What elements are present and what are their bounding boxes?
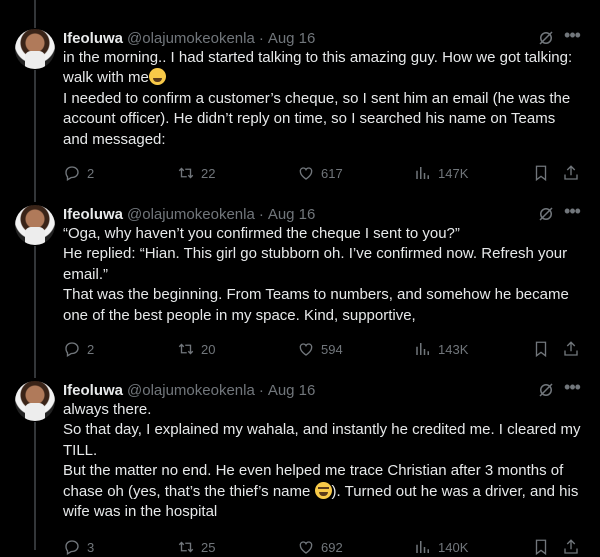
share-icon[interactable] <box>562 340 580 358</box>
like-count: 594 <box>321 341 343 357</box>
repost-button[interactable]: 20 <box>177 339 215 359</box>
repost-count: 25 <box>201 539 216 555</box>
author-handle[interactable]: @olajumokeokenla <box>127 206 255 223</box>
like-count: 692 <box>321 539 343 555</box>
share-icon[interactable] <box>562 164 580 182</box>
tweet-actions: 2 22 617 147K <box>63 163 583 183</box>
more-horizontal-icon[interactable]: ••• <box>562 202 582 224</box>
view-count: 147K <box>438 165 469 181</box>
bookmark-icon[interactable] <box>532 538 550 556</box>
view-count: 143K <box>438 341 469 357</box>
like-button[interactable]: 617 <box>297 163 343 183</box>
tears-of-joy-emoji-icon <box>148 68 166 86</box>
like-button[interactable]: 692 <box>297 537 343 557</box>
views-button[interactable]: 143K <box>414 339 468 359</box>
author-name[interactable]: Ifeoluwa <box>63 206 123 223</box>
repost-icon <box>178 541 194 553</box>
views-icon <box>416 343 429 355</box>
views-icon <box>416 541 429 553</box>
tweet-header: Ifeoluwa @olajumokeokenla · Aug 16 <box>63 28 315 48</box>
weary-face-emoji-icon <box>314 481 332 499</box>
tweet-actions: 3 25 692 140K <box>63 537 583 557</box>
tweet-text-line: So that day, I explained my wahala, and … <box>63 421 581 459</box>
thread-connector-top <box>34 0 36 28</box>
separator: · <box>258 29 264 47</box>
author-name[interactable]: Ifeoluwa <box>63 382 123 399</box>
heart-icon <box>299 343 313 356</box>
tweet-actions: 2 20 594 143K <box>63 339 583 359</box>
tweet-text: in the morning.. I had started talking t… <box>63 48 583 150</box>
repost-count: 20 <box>201 341 216 357</box>
tweet-text-line: always there. <box>63 401 152 418</box>
grok-icon[interactable] <box>537 29 555 47</box>
share-icon[interactable] <box>562 538 580 556</box>
tweet[interactable]: Ifeoluwa @olajumokeokenla · Aug 16 ••• i… <box>0 26 600 188</box>
repost-button[interactable]: 22 <box>177 163 215 183</box>
reply-icon <box>65 166 79 181</box>
more-horizontal-icon[interactable]: ••• <box>562 26 582 48</box>
grok-icon[interactable] <box>537 381 555 399</box>
author-handle[interactable]: @olajumokeokenla <box>127 30 255 47</box>
reply-count: 3 <box>87 539 95 555</box>
bookmark-icon[interactable] <box>532 164 550 182</box>
avatar[interactable] <box>15 381 55 421</box>
tweet-text: “Oga, why haven’t you confirmed the cheq… <box>63 224 583 326</box>
reply-button[interactable]: 2 <box>63 339 94 359</box>
views-button[interactable]: 140K <box>414 537 468 557</box>
reply-button[interactable]: 3 <box>63 537 94 557</box>
tweet-text-line: That was the beginning. From Teams to nu… <box>63 286 569 324</box>
author-name[interactable]: Ifeoluwa <box>63 30 123 47</box>
heart-icon <box>299 541 313 554</box>
grok-icon[interactable] <box>537 205 555 223</box>
like-button[interactable]: 594 <box>297 339 343 359</box>
reply-icon <box>65 342 79 357</box>
views-button[interactable]: 147K <box>414 163 468 183</box>
views-icon <box>416 167 429 179</box>
like-count: 617 <box>321 165 343 181</box>
separator: · <box>258 205 264 223</box>
tweet-header: Ifeoluwa @olajumokeokenla · Aug 16 <box>63 204 315 224</box>
heart-icon <box>299 167 313 180</box>
tweet-date[interactable]: Aug 16 <box>268 382 316 399</box>
repost-icon <box>178 343 194 355</box>
reply-icon <box>65 540 79 555</box>
tweet-text-line: “Oga, why haven’t you confirmed the cheq… <box>63 225 460 242</box>
tweet-text-line: in the morning.. I had started talking t… <box>63 49 573 87</box>
separator: · <box>258 381 264 399</box>
bookmark-icon[interactable] <box>532 340 550 358</box>
tweet-text-line: He replied: “Hian. This girl go stubborn… <box>63 245 568 283</box>
repost-button[interactable]: 25 <box>177 537 215 557</box>
more-horizontal-icon[interactable]: ••• <box>562 378 582 400</box>
tweet-text-line: I needed to confirm a customer’s cheque,… <box>63 89 571 148</box>
view-count: 140K <box>438 539 469 555</box>
tweet-header: Ifeoluwa @olajumokeokenla · Aug 16 <box>63 380 315 400</box>
avatar[interactable] <box>15 29 55 69</box>
tweet-date[interactable]: Aug 16 <box>268 30 316 47</box>
reply-button[interactable]: 2 <box>63 163 94 183</box>
avatar[interactable] <box>15 205 55 245</box>
author-handle[interactable]: @olajumokeokenla <box>127 382 255 399</box>
tweet-date[interactable]: Aug 16 <box>268 206 316 223</box>
reply-count: 2 <box>87 341 95 357</box>
tweet[interactable]: Ifeoluwa @olajumokeokenla · Aug 16 ••• “… <box>0 202 600 364</box>
tweet-text: always there. So that day, I explained m… <box>63 400 583 522</box>
repost-count: 22 <box>201 165 216 181</box>
reply-count: 2 <box>87 165 95 181</box>
repost-icon <box>178 167 194 179</box>
tweet[interactable]: Ifeoluwa @olajumokeokenla · Aug 16 ••• a… <box>0 378 600 556</box>
